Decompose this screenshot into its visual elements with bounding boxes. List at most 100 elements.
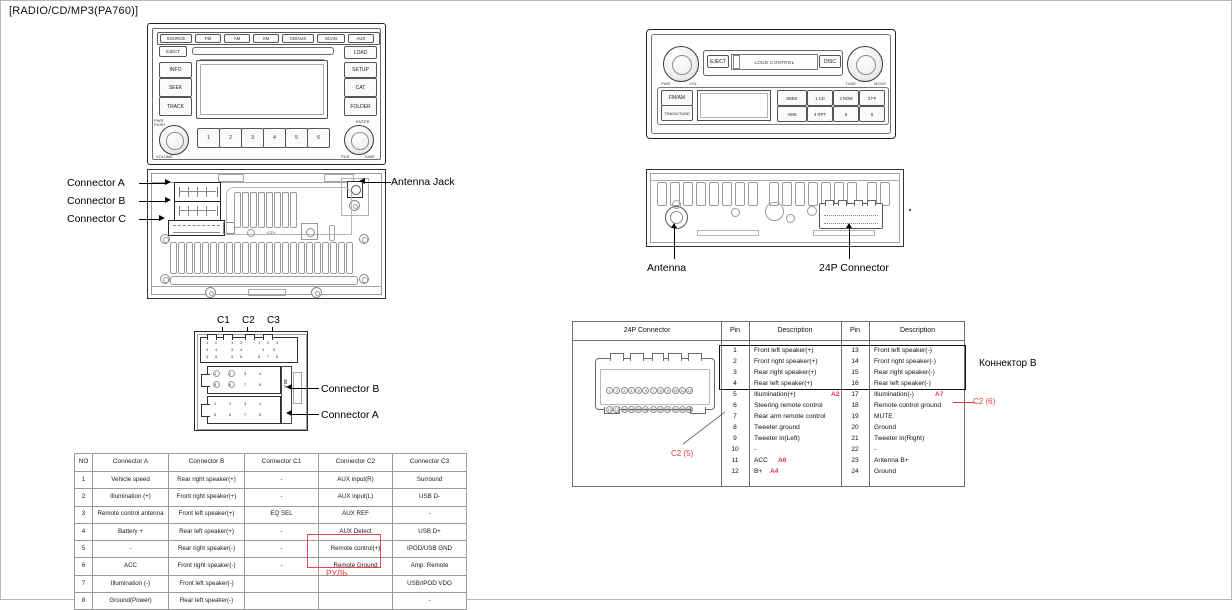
pin-c2-6: 6 xyxy=(240,354,243,359)
button-disc[interactable]: DISC xyxy=(819,55,841,68)
button-2-rdm[interactable]: 2 RDM xyxy=(833,90,859,106)
button-track-tune[interactable]: TRACK/TUNE xyxy=(661,105,693,121)
volume-knob[interactable] xyxy=(159,125,189,155)
button-6[interactable]: 6 xyxy=(859,106,885,122)
radio-faceplate-front-alt: PWR VOL TUNE MODE EJECT LOUD CONTROL DIS… xyxy=(646,29,896,139)
button-cd-aux[interactable]: CD/AUX xyxy=(282,34,314,43)
cell-b: Front left speaker(-) xyxy=(168,574,245,594)
connector-c-pins xyxy=(173,225,220,233)
pin-no: 6 xyxy=(733,402,737,409)
volume-knob-right-unit[interactable] xyxy=(663,46,699,82)
button-cat[interactable]: CAT xyxy=(344,78,377,97)
button-fm[interactable]: FM xyxy=(195,34,221,43)
button-seek-up[interactable]: SEEK xyxy=(777,90,807,106)
th-connector-b: Connector B xyxy=(168,453,245,472)
pin-no: 15 xyxy=(851,369,859,376)
preset-button-6[interactable]: 6 xyxy=(307,128,330,148)
vent-slot xyxy=(298,242,305,274)
th-24p-connector: 24P Connector xyxy=(623,327,671,334)
button-track[interactable]: TRACK xyxy=(159,97,192,116)
cell-no: 7 xyxy=(74,574,93,594)
th-connector-c3: Connector C3 xyxy=(392,453,467,472)
connector-block-a[interactable]: 1 2 3 4 5 6 7 8 xyxy=(201,396,281,424)
pin-no: 13 xyxy=(851,347,859,354)
button-5[interactable]: 5 xyxy=(833,106,859,122)
vent-slot xyxy=(338,242,345,274)
rear-connector-c[interactable] xyxy=(168,220,225,236)
button-source[interactable]: SOURCE xyxy=(160,34,192,43)
vent-slot xyxy=(709,182,719,206)
pin-desc: - xyxy=(874,446,877,453)
screw-hole-right-1 xyxy=(359,234,369,244)
cell-c1: EQ SEL xyxy=(244,505,319,524)
connector-b-midline xyxy=(179,210,216,211)
connector-block-b[interactable]: 1 2 3 4 5 6 7 8 xyxy=(201,366,281,394)
vent-slot xyxy=(782,182,792,206)
notch xyxy=(838,200,847,206)
pin-circle: 6 xyxy=(642,387,650,394)
vent-slot xyxy=(170,242,177,274)
pin-desc: Illumination(-) xyxy=(874,391,914,398)
pin-desc: MUTE xyxy=(874,413,893,420)
button-4-rpt[interactable]: 4 RPT xyxy=(807,106,833,122)
rear-connector-a[interactable] xyxy=(174,182,221,202)
leader-c2-6 xyxy=(953,402,975,403)
button-seek[interactable]: SEEK xyxy=(159,78,192,97)
cell-no: 4 xyxy=(74,522,93,542)
rear-label-plate-left xyxy=(697,230,759,236)
button-scan[interactable]: SCAN xyxy=(317,34,345,43)
pin-tag: A2 xyxy=(831,391,840,398)
cell-c3: IPOD/USB GND xyxy=(392,540,467,559)
table-row: 8 Ground(Power) Rear left speaker(-) - xyxy=(74,592,467,610)
connector-function-table: NO Connector A Connector B Connector C1 … xyxy=(74,453,467,610)
pin-circle: 9 xyxy=(664,387,672,394)
preset-button-2[interactable]: 2 xyxy=(219,128,242,148)
knob-label-file: FILE xyxy=(341,154,350,159)
pin-c1-5: 5 xyxy=(206,354,209,359)
tune-knob-right-unit[interactable] xyxy=(847,46,883,82)
button-eject-right-unit[interactable]: EJECT xyxy=(707,55,729,68)
cell-c3: USB D- xyxy=(392,488,467,507)
radio-rear-panel-pa760: <CD> xyxy=(147,169,386,299)
button-setup[interactable]: SETUP xyxy=(344,62,377,78)
pin-no: 4 xyxy=(733,380,737,387)
button-info[interactable]: INFO xyxy=(159,62,192,78)
connector-b-divider-3 xyxy=(206,206,207,216)
pin-c3-8: 8 xyxy=(276,354,279,359)
connector-block-top-strip[interactable]: 1 2 3 4 5 6 1 2 3 4 5 6 1 2 3 4 5 6 7 8 xyxy=(200,334,298,363)
pin-circle: 15 xyxy=(620,406,628,413)
rear-connector-b[interactable] xyxy=(174,201,221,221)
pin-circle: 8 xyxy=(657,387,665,394)
notch xyxy=(652,353,664,361)
pin-tag: A7 xyxy=(935,391,944,398)
cell-b: Front right speaker(+) xyxy=(168,488,245,507)
button-1-cd[interactable]: 1 CD xyxy=(807,90,833,106)
preset-button-3[interactable]: 3 xyxy=(241,128,264,148)
pin-desc: Antenna B+ xyxy=(874,457,909,464)
pin-c1-6: 6 xyxy=(215,354,218,359)
callout-connector-c: Connector C xyxy=(67,213,126,225)
button-ams[interactable]: AMS xyxy=(777,106,807,122)
notch xyxy=(688,353,702,361)
button-am[interactable]: AM xyxy=(224,34,250,43)
pin-desc: Rear arm remote control xyxy=(754,413,826,420)
button-eject[interactable]: EJECT xyxy=(159,46,187,57)
pin-b-7: 7 xyxy=(244,382,247,387)
vent-slot xyxy=(290,242,297,274)
button-fm-am[interactable]: FM/AM xyxy=(661,90,693,106)
callout-24p-connector: 24P Connector xyxy=(819,262,889,274)
tune-knob[interactable] xyxy=(344,125,374,155)
cell-c2: AUX REF xyxy=(318,505,393,524)
pin-no: 5 xyxy=(733,391,737,398)
arrow-connector-a xyxy=(165,179,171,185)
button-load[interactable]: LOAD xyxy=(344,46,377,59)
pin-c3-5: 5 xyxy=(273,347,276,352)
preset-button-5[interactable]: 5 xyxy=(285,128,308,148)
preset-button-4[interactable]: 4 xyxy=(263,128,286,148)
button-aux[interactable]: AUX xyxy=(348,34,374,43)
preset-button-1[interactable]: 1 xyxy=(197,128,220,148)
button-xm[interactable]: XM xyxy=(253,34,279,43)
leader-connector-a-block xyxy=(291,414,319,415)
button-3-ff[interactable]: 3 FF xyxy=(859,90,885,106)
button-folder[interactable]: FOLDER xyxy=(344,97,377,116)
